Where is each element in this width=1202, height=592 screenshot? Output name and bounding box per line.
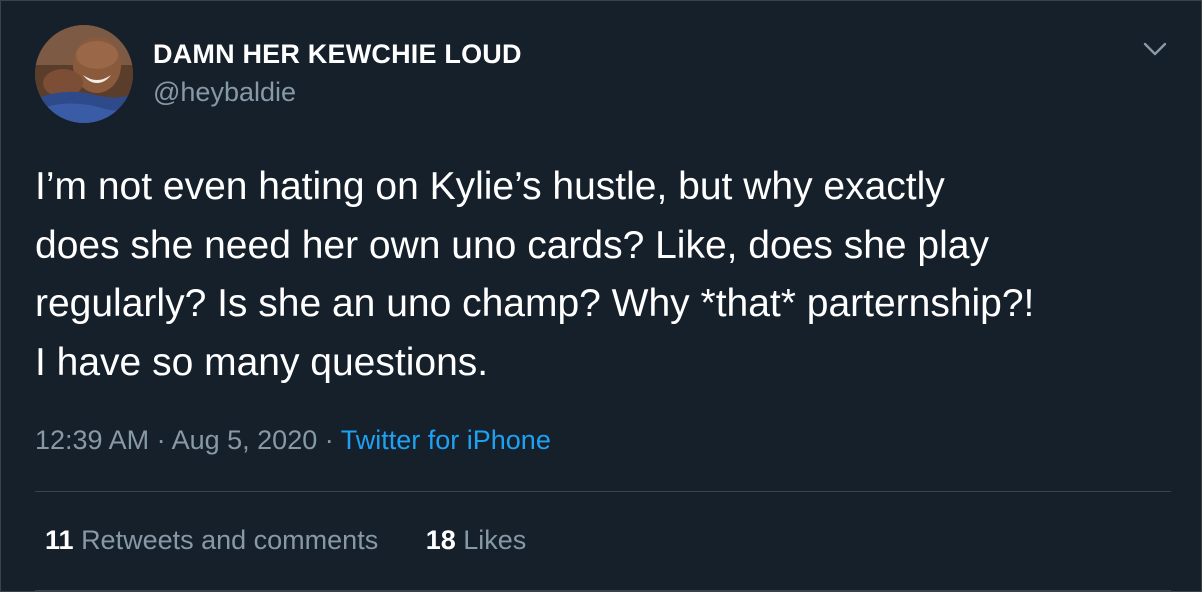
tweet-meta: 12:39 AM · Aug 5, 2020 · Twitter for iPh… <box>35 425 551 456</box>
user-handle[interactable]: @heybaldie <box>153 77 296 108</box>
likes-label: Likes <box>463 525 527 555</box>
retweets-label: Retweets and comments <box>81 525 379 555</box>
chevron-down-icon[interactable] <box>1141 37 1169 61</box>
display-name[interactable]: DAMN HER KEWCHIE LOUD <box>153 39 522 70</box>
tweet-text: I’m not even hating on Kylie’s hustle, b… <box>35 165 1035 384</box>
likes-stat[interactable]: 18 Likes <box>426 525 527 556</box>
tweet-source-link[interactable]: Twitter for iPhone <box>341 425 551 455</box>
meta-separator: · <box>149 425 172 455</box>
retweets-stat[interactable]: 11 Retweets and comments <box>45 525 378 556</box>
tweet-card: DAMN HER KEWCHIE LOUD @heybaldie I’m not… <box>0 0 1202 592</box>
likes-count: 18 <box>425 525 456 555</box>
tweet-time[interactable]: 12:39 AM <box>35 425 149 455</box>
tweet-stats: 11 Retweets and comments 18 Likes <box>45 525 526 556</box>
divider <box>35 590 1171 591</box>
avatar-photo <box>35 25 133 123</box>
divider <box>35 491 1171 492</box>
avatar[interactable] <box>35 25 133 123</box>
meta-separator: · <box>317 425 341 455</box>
retweets-count: 11 <box>45 525 74 555</box>
tweet-date[interactable]: Aug 5, 2020 <box>172 425 318 455</box>
